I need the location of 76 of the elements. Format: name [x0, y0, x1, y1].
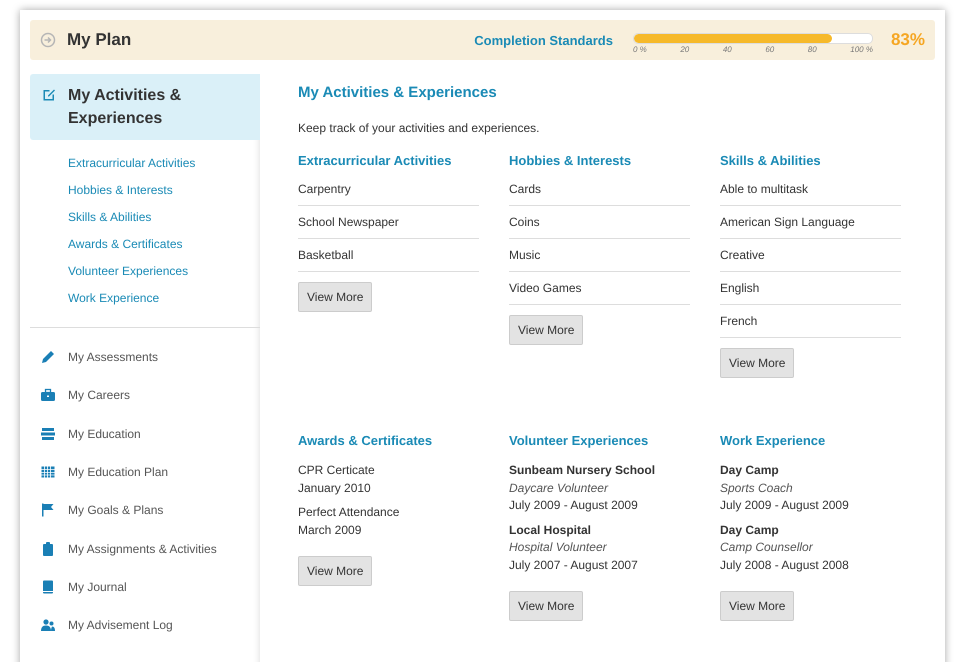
sidebar-link[interactable]: Awards & Certificates	[68, 235, 260, 253]
tick-label: 60	[765, 44, 774, 54]
sidebar-item[interactable]: My Assessments	[30, 338, 260, 376]
section-title[interactable]: Volunteer Experiences	[509, 433, 690, 448]
list-item: Coins	[509, 206, 690, 239]
view-more-button[interactable]: View More	[720, 348, 794, 378]
view-more-button[interactable]: View More	[509, 315, 584, 345]
date-range: July 2009 - August 2009	[720, 497, 850, 514]
edit-icon	[42, 87, 56, 101]
view-more-button[interactable]: View More	[298, 282, 372, 312]
sidebar-item[interactable]: My Advisement Log	[30, 606, 260, 644]
tick-label: 0 %	[632, 44, 647, 54]
award-name: Perfect Attendance	[298, 504, 400, 521]
organization-name: Day Camp	[720, 522, 780, 538]
sidebar-link[interactable]: Hobbies & Interests	[68, 181, 260, 199]
plan-title: My Plan	[67, 30, 132, 50]
tick-label: 80	[808, 44, 817, 54]
organization-name: Sunbeam Nursery School	[509, 462, 656, 479]
list-item: Music	[509, 239, 690, 272]
list-item: Creative	[720, 239, 901, 272]
section-title[interactable]: Extracurricular Activities	[298, 153, 479, 168]
sidebar-item[interactable]: My Journal	[30, 568, 260, 606]
list-item: Able to multitask	[720, 182, 901, 206]
role-text: Camp Counsellor	[720, 539, 814, 556]
organization-name: Local Hospital	[509, 522, 592, 538]
arrow-circle-icon[interactable]	[40, 32, 56, 48]
page-title: My Activities & Experiences	[298, 84, 498, 101]
list-item: Basketball	[298, 239, 479, 272]
briefcase-icon	[40, 387, 56, 404]
award-name: CPR Certicate	[298, 462, 376, 479]
calendar-grid-icon	[40, 464, 56, 480]
section-title[interactable]: Skills & Abilities	[720, 153, 901, 168]
list-item: French	[720, 305, 901, 338]
view-more-button[interactable]: View More	[720, 591, 794, 621]
view-more-button[interactable]: View More	[298, 556, 372, 586]
list-item: Video Games	[509, 272, 690, 305]
progress-label: Completion Standards	[474, 32, 613, 48]
stacked-books-icon	[40, 426, 56, 442]
list-item: American Sign Language	[720, 206, 901, 239]
book-icon	[40, 578, 56, 595]
list-item: Carpentry	[298, 182, 479, 206]
tick-label: 40	[722, 44, 732, 54]
list-item: School Newspaper	[298, 206, 479, 239]
sidebar-link[interactable]: Skills & Abilities	[68, 208, 260, 226]
section-title[interactable]: Hobbies & Interests	[509, 153, 690, 168]
date-range: July 2009 - August 2009	[509, 497, 639, 514]
percent-value: 83%	[890, 30, 925, 50]
award-date: March 2009	[298, 522, 362, 538]
clipboard-icon	[40, 540, 56, 557]
view-more-button[interactable]: View More	[509, 591, 584, 621]
intro-text: Keep track of your activities and experiences.	[298, 121, 540, 135]
pencil-icon	[40, 349, 56, 366]
sidebar-item[interactable]: My Careers	[30, 376, 260, 415]
section-title[interactable]: Awards & Certificates	[298, 433, 479, 448]
list-item: Cards	[509, 182, 690, 206]
sidebar-link[interactable]: Extracurricular Activities	[68, 154, 260, 172]
sidebar-item[interactable]: My Activities & Experiences	[30, 74, 260, 140]
sidebar-item[interactable]: My Education Plan	[30, 452, 260, 492]
people-icon	[40, 617, 56, 634]
sidebar-item[interactable]: My Assignments & Activities	[30, 529, 260, 568]
tick-label: 20	[680, 44, 690, 54]
sidebar-link[interactable]: Volunteer Experiences	[68, 262, 260, 280]
organization-name: Day Camp	[720, 462, 780, 479]
flag-icon	[40, 502, 56, 518]
award-date: January 2010	[298, 480, 372, 496]
sidebar-item[interactable]: My Education	[30, 414, 260, 453]
role-text: Sports Coach	[720, 480, 794, 496]
date-range: July 2008 - August 2008	[720, 556, 850, 574]
sidebar-item[interactable]: My Goals & Plans	[30, 491, 260, 530]
role-text: Daycare Volunteer	[509, 480, 610, 496]
tick-label: 100 %	[850, 44, 873, 54]
section-title[interactable]: Work Experience	[720, 433, 901, 448]
role-text: Hospital Volunteer	[509, 539, 608, 556]
date-range: July 2007 - August 2007	[509, 556, 639, 574]
list-item: English	[720, 272, 901, 305]
sidebar-link[interactable]: Work Experience	[68, 289, 260, 307]
